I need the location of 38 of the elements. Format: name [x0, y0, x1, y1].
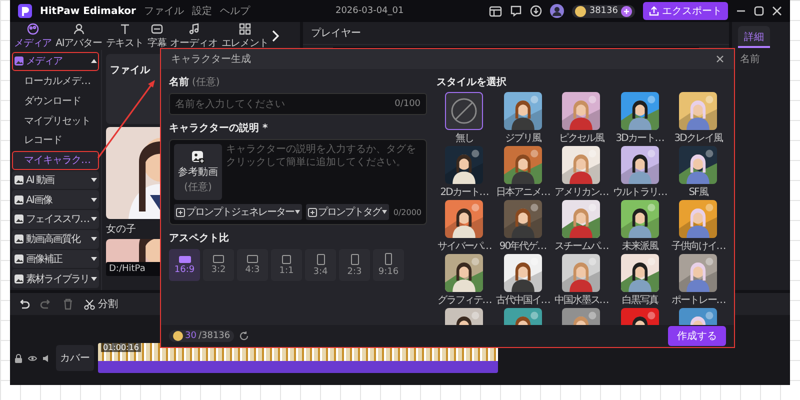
style-label: グラフィテ…: [437, 294, 492, 307]
style-label: 3Dクレイ風: [674, 132, 722, 145]
style-label: ウルトラリ…: [612, 186, 667, 199]
style-label: ピクセル風: [558, 132, 604, 145]
field-label: アスペクト比: [169, 232, 229, 245]
style-label: 未来派風: [622, 240, 658, 253]
balance-amount: /38136: [198, 331, 230, 341]
field-label: 名前: [739, 53, 761, 66]
coin-count: 38136: [589, 6, 618, 16]
card-label: ファイル: [110, 65, 150, 76]
character-count: 0/100: [394, 99, 421, 109]
optional-hint: (任意): [192, 76, 220, 89]
section-title: スタイルを選択: [436, 76, 508, 89]
character-count: 0/2000: [393, 208, 422, 216]
cost-amount: 30: [185, 331, 196, 341]
style-label: 無し: [455, 132, 474, 145]
project-name: 2026-03-04_01: [335, 6, 404, 16]
style-label: 中国水墨ス…: [554, 294, 608, 307]
style-label: アメリカン…: [554, 186, 608, 199]
style-label: 日本アニメ…: [496, 186, 550, 199]
style-label: サイバーパ…: [437, 240, 492, 253]
style-label: 3Dカート…: [616, 132, 664, 145]
panel-title: プレイヤー: [311, 26, 361, 40]
clip-label: 女の子: [106, 223, 137, 236]
field-label: キャラクターの説明 *: [169, 122, 268, 135]
style-label: 白黒写真: [622, 294, 658, 307]
style-label: ポートレー…: [671, 294, 726, 307]
style-label: スチームパ…: [554, 240, 608, 253]
style-label: 子供向けイ…: [671, 240, 726, 253]
clip-time: 01:00:16: [101, 343, 141, 352]
style-label: ジブリ風: [504, 132, 541, 145]
style-label: 2Dカート…: [440, 186, 488, 199]
style-label: SF風: [688, 186, 708, 199]
field-label: 名前: [169, 76, 189, 89]
app-name: HitPaw Edimakor: [40, 6, 136, 16]
style-label: 90年代ゲ…: [499, 240, 546, 253]
style-label: 古代中国イ…: [496, 294, 550, 307]
dialog-title: キャラクター生成: [171, 52, 251, 66]
